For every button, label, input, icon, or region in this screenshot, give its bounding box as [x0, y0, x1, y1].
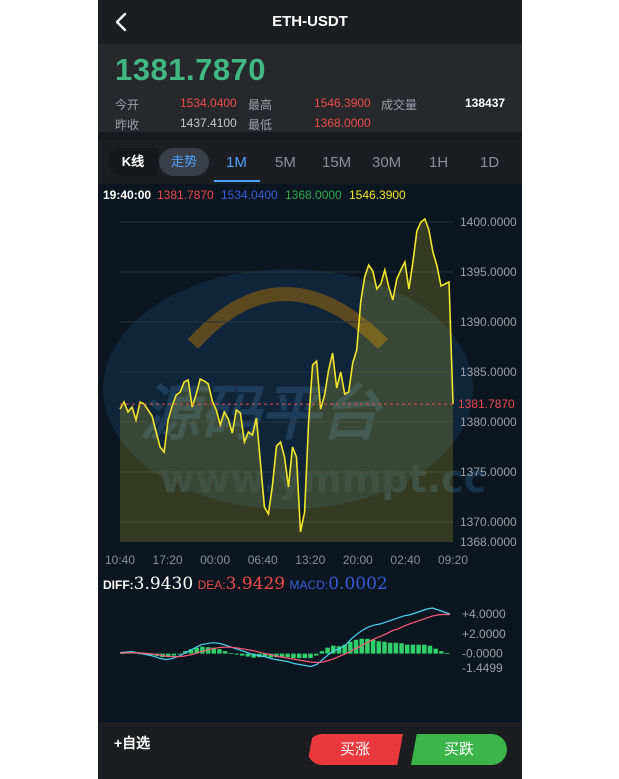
macd-bar — [313, 653, 319, 656]
macd-bar — [171, 653, 177, 656]
macd-bar — [416, 644, 421, 654]
x-tick-label: 17:20 — [153, 553, 183, 567]
x-tick-label: 02:40 — [390, 553, 420, 567]
macd-bar — [302, 653, 308, 659]
macd-bar — [228, 653, 234, 654]
y-tick-label: 1395.0000 — [460, 265, 517, 279]
macd-bar — [422, 644, 427, 654]
macd-bar — [319, 651, 325, 654]
phone-screen: ETH-USDT 1381.7870 今开 1534.0400 最高 1546.… — [98, 0, 522, 779]
macd-bar — [296, 653, 302, 659]
tab-1m[interactable]: 1M — [226, 154, 247, 171]
macd-bar — [353, 639, 359, 654]
x-tick-label: 20:00 — [343, 553, 373, 567]
macd-bar — [285, 653, 290, 658]
diff-label: DIFF: — [103, 578, 134, 592]
macd-y-ticks: +4.0000 +2.0000 -0.0000-1.4499 — [462, 607, 506, 675]
current-price: 1381.7870 — [115, 52, 267, 87]
x-tick-label: 00:00 — [200, 553, 230, 567]
macd-y-tick-label: +4.0000 — [462, 607, 506, 621]
macd-bar — [399, 643, 404, 654]
page-title: ETH-USDT — [272, 13, 348, 30]
high-value: 1546.3900 — [314, 96, 371, 110]
macd-bar — [387, 642, 393, 654]
tab-kline[interactable]: K线 — [108, 148, 158, 176]
macd-bar — [376, 641, 382, 654]
buy-up-button[interactable]: 买涨 — [307, 734, 403, 765]
price-chart: 源码平台 www.ymmpt.cc 1381.7870 1400.0000139… — [103, 215, 517, 567]
y-tick-label: 1370.0000 — [460, 515, 517, 529]
quote-panel: 1381.7870 今开 1534.0400 最高 1546.3900 成交量 … — [98, 44, 522, 132]
current-price-label: 1381.7870 — [458, 397, 515, 411]
macd-value: 0.0002 — [328, 574, 388, 594]
high-label: 最高 — [248, 98, 273, 112]
bottom-bar: +自选 买涨 买跌 — [98, 722, 522, 779]
macd-bar — [410, 644, 416, 654]
macd-bar — [200, 646, 205, 654]
x-tick-label: 09:20 — [438, 553, 468, 567]
y-tick-label: 1368.0000 — [460, 535, 517, 549]
macd-bar — [393, 642, 399, 654]
prev-close-value: 1437.4100 — [180, 116, 237, 130]
macd-bar — [365, 638, 370, 654]
diff-value: 3.9430 — [133, 574, 194, 594]
active-tab-underline — [214, 180, 260, 182]
macd-bar — [444, 653, 450, 654]
y-tick-label: 1380.0000 — [460, 415, 517, 429]
macd-label: MACD: — [289, 578, 329, 592]
add-watchlist-button[interactable]: +自选 — [114, 733, 150, 753]
macd-bar — [370, 639, 376, 654]
macd-bar — [325, 647, 330, 654]
tab-5m[interactable]: 5M — [275, 154, 296, 171]
macd-bar — [245, 653, 251, 657]
open-label: 今开 — [115, 98, 140, 112]
y-tick-label: 1400.0000 — [460, 215, 517, 229]
price-x-ticks: 10:40 17:20 00:00 06:40 13:20 20:00 02:40 09:20 — [105, 553, 468, 567]
interval-tabs: K线 走势 1M 5M 15M 30M 1H 1D — [98, 140, 522, 184]
y-tick-label: 1385.0000 — [460, 365, 517, 379]
dea-label: DEA: — [197, 578, 226, 592]
open-value: 1534.0400 — [180, 96, 237, 110]
macd-bar — [217, 649, 222, 654]
x-tick-label: 06:40 — [248, 553, 278, 567]
prev-close-label: 昨收 — [115, 118, 140, 132]
dea-value: 3.9429 — [225, 574, 286, 594]
macd-bar — [234, 653, 239, 655]
tab-1h[interactable]: 1H — [429, 154, 448, 171]
macd-bar — [308, 653, 313, 659]
y-tick-label: 1390.0000 — [460, 315, 517, 329]
macd-legend: DIFF:3.9430 DEA:3.9429 MACD:0.0002 — [103, 574, 388, 594]
x-tick-label: 10:40 — [105, 553, 135, 567]
macd-chart: +4.0000 +2.0000 -0.0000-1.4499 — [119, 607, 506, 675]
macd-y-tick-label: -1.4499 — [462, 661, 503, 675]
tab-1d[interactable]: 1D — [480, 154, 499, 171]
macd-histogram — [120, 638, 450, 659]
buy-down-button[interactable]: 买跌 — [411, 734, 507, 765]
volume-label: 成交量 — [381, 98, 418, 112]
macd-lines — [119, 607, 451, 668]
low-value: 1368.0000 — [314, 116, 371, 130]
low-label: 最低 — [248, 118, 273, 132]
top-bar: ETH-USDT — [98, 0, 522, 44]
volume-value: 138437 — [465, 96, 506, 110]
macd-bar — [404, 644, 410, 654]
macd-bar — [439, 651, 444, 654]
y-tick-label: 1375.0000 — [460, 465, 517, 479]
x-tick-label: 13:20 — [295, 553, 325, 567]
tab-30m[interactable]: 30M — [372, 154, 401, 171]
macd-bar — [239, 653, 245, 656]
macd-y-tick-label: -0.0000 — [462, 647, 503, 661]
macd-bar — [291, 653, 296, 659]
macd-y-tick-label: +2.0000 — [462, 627, 506, 641]
chart-area[interactable]: 19:40:00 1381.7870 1534.0400 1368.0000 1… — [98, 184, 522, 722]
macd-bar — [433, 648, 438, 654]
macd-bar — [382, 641, 387, 654]
macd-bar — [427, 645, 433, 654]
macd-bar — [222, 651, 228, 654]
tab-15m[interactable]: 15M — [322, 154, 351, 171]
tab-trend[interactable]: 走势 — [159, 148, 209, 176]
